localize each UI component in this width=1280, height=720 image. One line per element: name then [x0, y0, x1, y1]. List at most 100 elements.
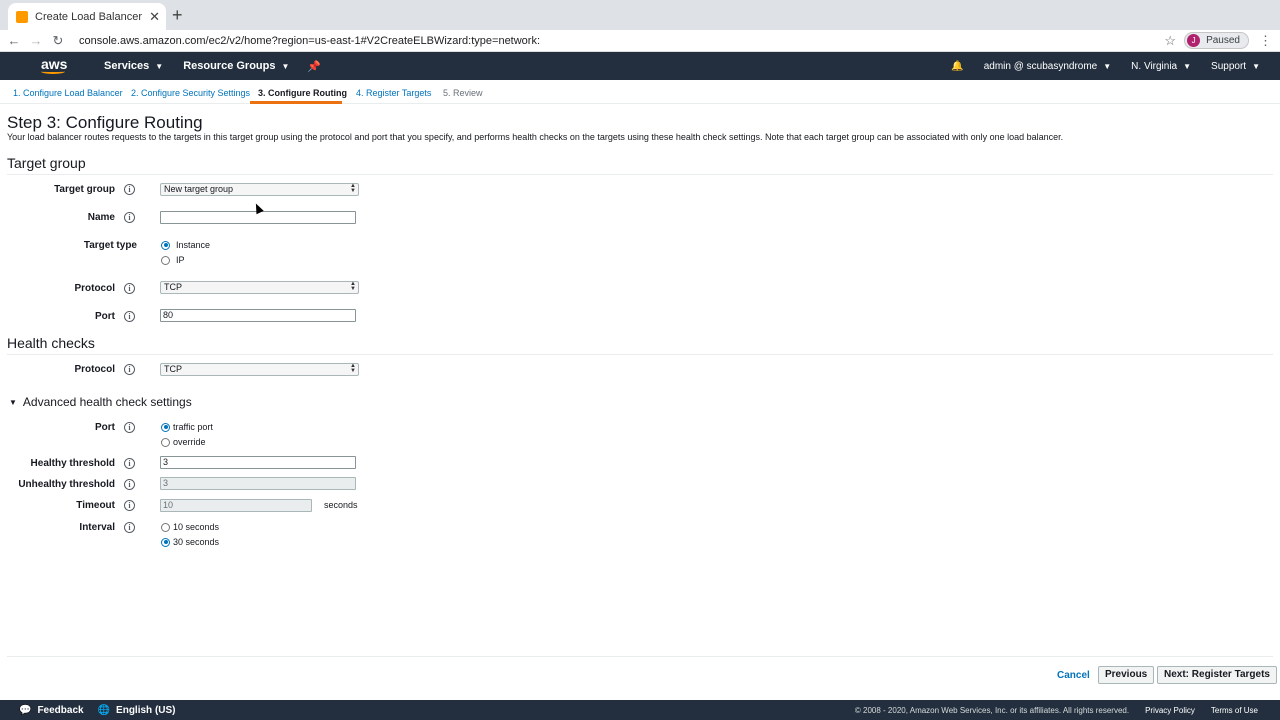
- target-group-select-value: New target group: [164, 184, 234, 194]
- advanced-port-label: Port: [95, 422, 115, 433]
- select-arrows-icon: ▲ ▼: [350, 183, 356, 194]
- reload-icon[interactable]: ↻: [47, 33, 69, 49]
- step-configure-load-balancer[interactable]: 1. Configure Load Balancer: [13, 88, 123, 98]
- step-register-targets[interactable]: 4. Register Targets: [356, 88, 431, 98]
- target-type-instance-radio[interactable]: Instance: [161, 240, 210, 250]
- info-icon[interactable]: i: [124, 283, 135, 294]
- speech-bubble-icon: 💬: [19, 704, 32, 716]
- info-icon[interactable]: i: [124, 184, 135, 195]
- info-icon[interactable]: i: [124, 522, 135, 533]
- language-label: English (US): [116, 704, 176, 716]
- port-override-radio[interactable]: override: [161, 437, 206, 447]
- copyright-text: © 2008 - 2020, Amazon Web Services, Inc.…: [854, 705, 1130, 715]
- console-footer: 💬 Feedback 🌐 English (US) © 2008 - 2020,…: [0, 700, 1280, 720]
- support-label: Support: [1211, 60, 1247, 72]
- info-icon[interactable]: i: [124, 364, 135, 375]
- target-type-label: Target type: [83, 240, 137, 251]
- language-selector[interactable]: 🌐 English (US): [98, 705, 176, 716]
- services-menu[interactable]: Services ▼: [104, 60, 163, 72]
- footer-divider: [7, 656, 1273, 657]
- url-field[interactable]: console.aws.amazon.com/ec2/v2/home?regio…: [79, 35, 1164, 47]
- browser-address-bar: ← → ↻ console.aws.amazon.com/ec2/v2/home…: [0, 30, 1280, 52]
- browser-tab[interactable]: Create Load Balancer | EC2 Ma ✕: [8, 3, 166, 30]
- chevron-down-icon: ▼: [1252, 61, 1260, 71]
- interval-30-seconds-radio[interactable]: 30 seconds: [161, 537, 219, 547]
- pin-icon[interactable]: 📌: [307, 60, 321, 73]
- step-configure-routing[interactable]: 3. Configure Routing: [258, 88, 347, 98]
- aws-favicon-icon: [16, 10, 28, 23]
- unhealthy-threshold-input: 3: [160, 477, 356, 490]
- health-protocol-label: Protocol: [74, 364, 115, 375]
- caret-down-icon: ▼: [9, 397, 17, 407]
- timeout-label: Timeout: [76, 500, 115, 511]
- step-review: 5. Review: [443, 88, 483, 98]
- page-description: Your load balancer routes requests to th…: [7, 132, 1064, 142]
- healthy-threshold-input[interactable]: 3: [160, 456, 356, 469]
- wizard-steps: 1. Configure Load Balancer 2. Configure …: [0, 80, 1280, 104]
- target-group-label: Target group: [54, 184, 115, 195]
- chevron-down-icon: ▼: [155, 61, 164, 71]
- browser-tab-bar: Create Load Balancer | EC2 Ma ✕ +: [0, 0, 1280, 30]
- info-icon[interactable]: i: [124, 479, 135, 490]
- privacy-policy-link[interactable]: Privacy Policy: [1145, 706, 1195, 715]
- radio-unselected-icon: [161, 437, 170, 447]
- cancel-button[interactable]: Cancel: [1052, 667, 1095, 684]
- section-divider: [7, 174, 1273, 175]
- select-arrows-icon: ▲ ▼: [350, 363, 356, 374]
- chevron-down-icon: ▼: [281, 61, 290, 71]
- health-checks-section-title: Health checks: [7, 335, 95, 351]
- bell-icon[interactable]: 🔔: [951, 61, 963, 72]
- section-divider: [7, 354, 1273, 355]
- info-icon[interactable]: i: [124, 458, 135, 469]
- advanced-settings-toggle[interactable]: ▼ Advanced health check settings: [9, 395, 192, 409]
- close-tab-icon[interactable]: ✕: [149, 9, 160, 25]
- account-label: admin @ scubasyndrome: [983, 60, 1098, 72]
- terms-of-use-link[interactable]: Terms of Use: [1211, 706, 1258, 715]
- info-icon[interactable]: i: [124, 422, 135, 433]
- aws-logo[interactable]: aws: [41, 56, 69, 74]
- radio-selected-icon: [161, 422, 170, 432]
- timeout-input: 10: [160, 499, 312, 512]
- target-type-ip-radio[interactable]: IP: [161, 255, 185, 265]
- healthy-threshold-label: Healthy threshold: [30, 458, 115, 469]
- services-label: Services: [104, 60, 150, 72]
- radio-selected-icon: [161, 537, 170, 547]
- account-menu[interactable]: admin @ scubasyndrome ▼: [984, 61, 1111, 72]
- new-tab-icon[interactable]: +: [172, 5, 183, 25]
- forward-arrow-icon[interactable]: →: [25, 33, 47, 48]
- resource-groups-label: Resource Groups: [183, 60, 276, 72]
- target-group-select[interactable]: New target group ▲ ▼: [160, 183, 359, 196]
- info-icon[interactable]: i: [124, 212, 135, 223]
- resource-groups-menu[interactable]: Resource Groups ▼: [183, 60, 289, 72]
- region-menu[interactable]: N. Virginia ▼: [1131, 61, 1191, 72]
- protocol-select[interactable]: TCP ▲ ▼: [160, 281, 359, 294]
- next-register-targets-button[interactable]: Next: Register Targets: [1157, 666, 1277, 684]
- bookmark-star-icon[interactable]: ☆: [1164, 33, 1176, 49]
- info-icon[interactable]: i: [124, 311, 135, 322]
- interval-30-seconds-label: 30 seconds: [173, 537, 220, 547]
- support-menu[interactable]: Support ▼: [1211, 61, 1260, 72]
- profile-status: Paused: [1206, 35, 1240, 46]
- chevron-down-icon: ▼: [1103, 61, 1112, 71]
- info-icon[interactable]: i: [124, 500, 135, 511]
- radio-unselected-icon: [161, 255, 170, 265]
- step-configure-security-settings[interactable]: 2. Configure Security Settings: [131, 88, 250, 98]
- interval-10-seconds-radio[interactable]: 10 seconds: [161, 522, 219, 532]
- back-arrow-icon[interactable]: ←: [3, 33, 25, 48]
- browser-menu-icon[interactable]: ⋮: [1259, 33, 1272, 49]
- port-input[interactable]: 80: [160, 309, 356, 322]
- feedback-button[interactable]: 💬 Feedback: [19, 705, 84, 716]
- port-traffic-port-radio[interactable]: traffic port: [161, 422, 213, 432]
- aws-logo-text: aws: [41, 56, 68, 72]
- previous-button[interactable]: Previous: [1098, 666, 1155, 684]
- select-arrows-icon: ▲ ▼: [350, 281, 356, 292]
- target-group-section-title: Target group: [7, 155, 86, 171]
- region-label: N. Virginia: [1131, 60, 1178, 72]
- port-label: Port: [95, 311, 115, 322]
- interval-10-seconds-label: 10 seconds: [173, 522, 220, 532]
- radio-unselected-icon: [161, 522, 170, 532]
- health-protocol-select[interactable]: TCP ▲ ▼: [160, 363, 359, 376]
- profile-paused-button[interactable]: J Paused: [1184, 32, 1249, 49]
- browser-tab-title: Create Load Balancer | EC2 Ma: [35, 10, 145, 23]
- health-protocol-select-value: TCP: [164, 364, 182, 374]
